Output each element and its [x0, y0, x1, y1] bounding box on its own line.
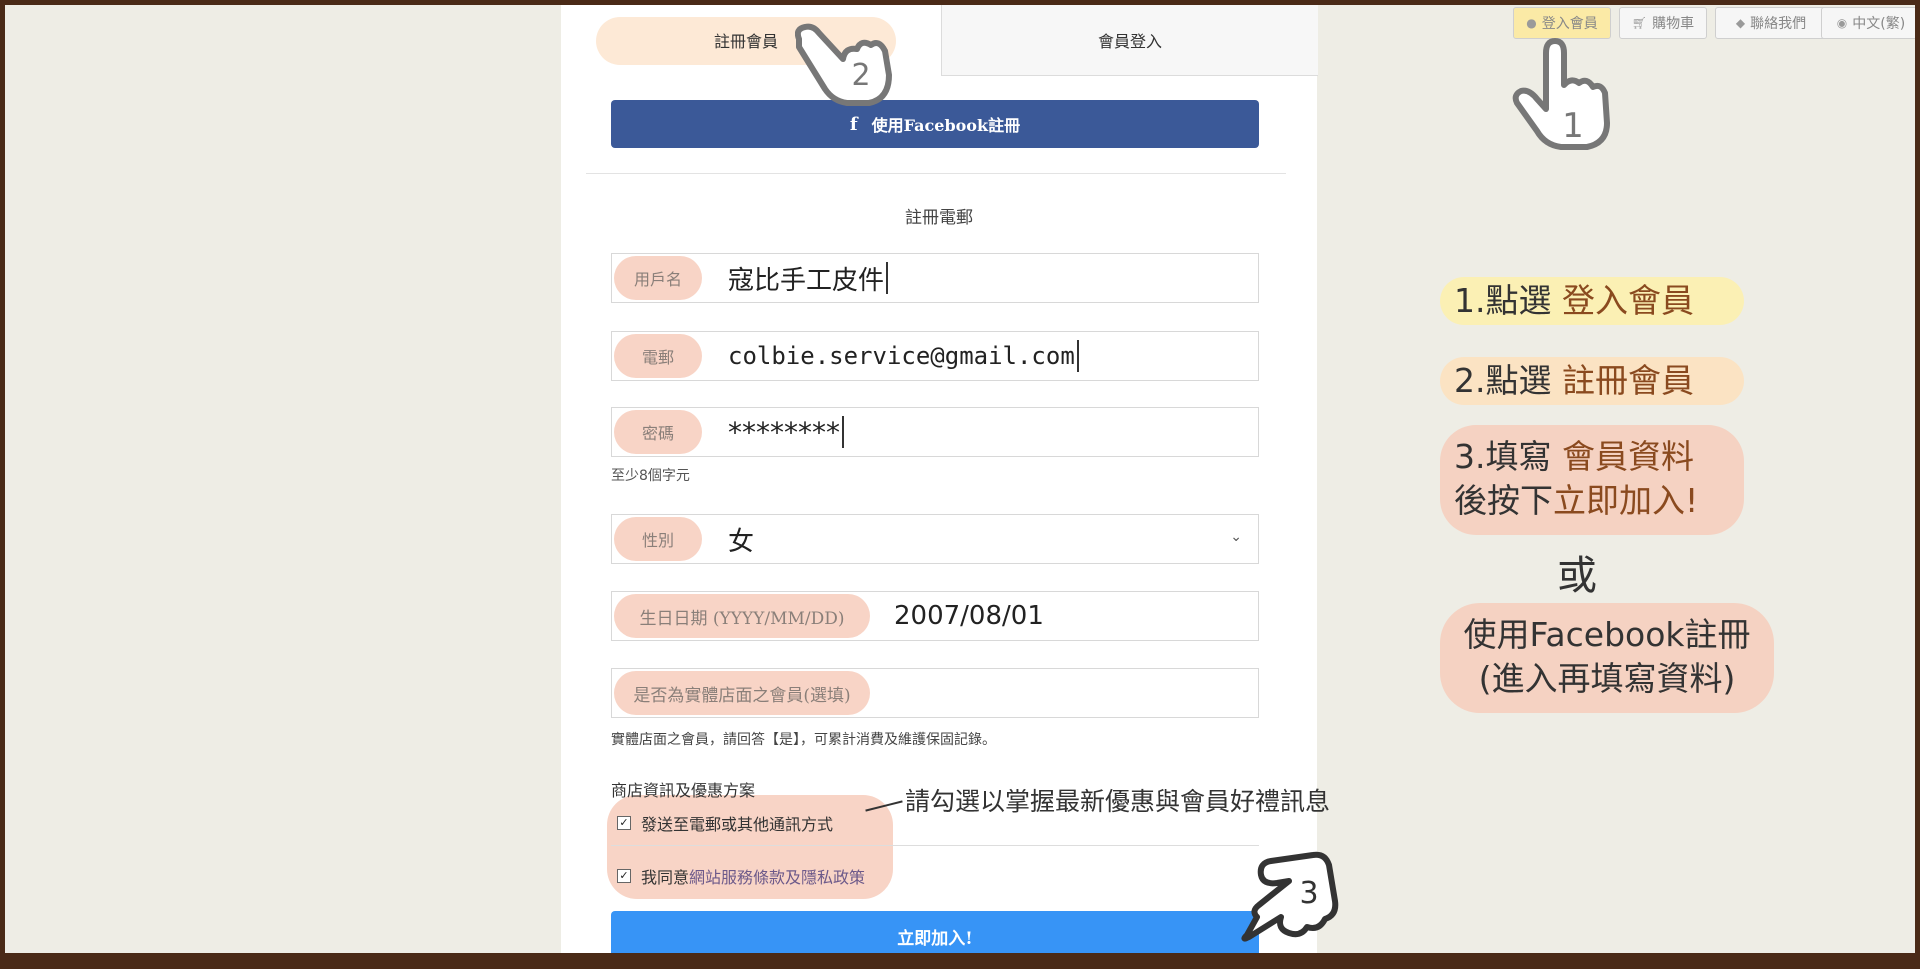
nav-cart-label: 購物車 — [1652, 16, 1695, 32]
pointing-hand-icon: 2 — [795, 23, 892, 106]
step-3-prefix: 3.填寫 — [1454, 437, 1562, 476]
checkbox[interactable]: ✓ — [617, 869, 631, 883]
birthday-field[interactable]: 生日日期 (YYYY/MM/DD) 2007/08/01 — [611, 591, 1259, 641]
tab-login-label: 會員登入 — [1097, 32, 1162, 51]
step-1-prefix: 1.點選 — [1454, 281, 1562, 320]
text-caret — [1076, 340, 1079, 372]
newsletter-checkbox-row[interactable]: ✓ 發送至電郵或其他通訊方式 — [617, 811, 833, 835]
nav-language-label: 中文(繁) — [1852, 16, 1906, 32]
step-2-note: 2.點選 註冊會員 — [1440, 357, 1744, 405]
text-caret — [886, 262, 889, 294]
step-2-prefix: 2.點選 — [1454, 361, 1562, 400]
password-label: 密碼 — [614, 410, 702, 454]
newsletter-checkbox-label: 發送至電郵或其他通訊方式 — [641, 815, 834, 834]
username-input[interactable]: 寇比手工皮件 — [728, 254, 889, 302]
email-value: colbie.service@gmail.com — [728, 342, 1075, 370]
step-3-line-2-prefix: 後按下 — [1454, 481, 1553, 520]
step-2-accent: 註冊會員 — [1561, 361, 1694, 400]
tab-register-label: 註冊會員 — [713, 32, 778, 51]
facebook-icon: f — [849, 113, 858, 135]
birthday-input[interactable]: 2007/08/01 — [894, 592, 1044, 640]
step-3-accent: 會員資料 — [1561, 437, 1694, 476]
preferences-title: 商店資訊及優惠方案 — [611, 781, 756, 800]
pointing-hand-icon: 1 — [1512, 38, 1610, 150]
store-member-field[interactable]: 是否為實體店面之會員(選填) — [611, 668, 1259, 718]
username-label: 用戶名 — [614, 256, 702, 300]
text-caret — [842, 416, 844, 448]
step-3-note: 3.填寫 會員資料 後按下立即加入! — [1440, 425, 1744, 535]
chevron-down-icon[interactable]: ⌄ — [1230, 529, 1242, 545]
terms-link[interactable]: 網站服務條款及隱私政策 — [689, 864, 865, 888]
step-3-line-1: 3.填寫 會員資料 — [1454, 435, 1730, 479]
step-1-note: 1.點選 登入會員 — [1440, 277, 1744, 325]
gender-label: 性別 — [614, 517, 702, 561]
step-1-accent: 登入會員 — [1561, 281, 1694, 320]
divider — [586, 173, 1286, 174]
email-field[interactable]: 電郵 colbie.service@gmail.com — [611, 331, 1259, 381]
hand-number-1: 1 — [1562, 106, 1584, 146]
store-member-label: 是否為實體店面之會員(選填) — [614, 671, 870, 715]
password-input[interactable]: ******** — [728, 408, 844, 456]
step-4-note: 使用Facebook註冊 (進入再填寫資料) — [1440, 603, 1774, 713]
join-now-button[interactable]: 立即加入! — [611, 911, 1259, 953]
email-input[interactable]: colbie.service@gmail.com — [728, 332, 1079, 380]
cart-icon: 🛒︎ — [1631, 16, 1648, 30]
password-value: ******** — [728, 415, 840, 449]
username-value: 寇比手工皮件 — [728, 265, 885, 296]
gender-value: 女 — [728, 526, 755, 557]
tab-login[interactable]: 會員登入 — [941, 5, 1318, 76]
chat-icon: ◆ — [1735, 16, 1746, 30]
store-member-hint: 實體店面之會員，請回答【是】，可累計消費及維護保固記錄。 — [611, 732, 996, 748]
step-4-line-1: 使用Facebook註冊 — [1463, 615, 1751, 654]
checkbox[interactable]: ✓ — [617, 816, 631, 830]
hand-number-2: 2 — [851, 58, 870, 93]
email-label: 電郵 — [614, 334, 702, 378]
password-hint: 至少8個字元 — [611, 468, 690, 484]
divider — [611, 845, 1259, 846]
terms-checkbox-row[interactable]: ✓ 我同意 網站服務條款及隱私政策 — [617, 864, 865, 888]
pointing-hand-icon: 3 — [1241, 851, 1339, 942]
screenshot-frame: 註冊會員 會員登入 f 使用Facebook註冊 註冊電郵 用戶名 寇比手工皮件… — [5, 5, 1915, 953]
globe-icon: ◉ — [1836, 16, 1848, 30]
facebook-register-label: 使用Facebook註冊 — [871, 116, 1021, 135]
gender-select[interactable]: 性別 女 ⌄ — [611, 514, 1259, 564]
or-text: 或 — [1557, 553, 1597, 599]
section-title: 註冊電郵 — [905, 208, 973, 228]
nav-cart-button[interactable]: 🛒︎ 購物車 — [1619, 7, 1707, 39]
terms-checkbox-label: 我同意 — [641, 868, 690, 887]
nav-language-button[interactable]: ◉ 中文(繁) — [1821, 7, 1915, 39]
nav-contact-button[interactable]: ◆ 聯絡我們 — [1715, 7, 1827, 39]
hand-number-3: 3 — [1299, 876, 1318, 911]
step-3-line-2-accent: 立即加入! — [1553, 481, 1699, 520]
nav-contact-label: 聯絡我們 — [1750, 16, 1807, 32]
nav-login-label: 登入會員 — [1541, 16, 1598, 32]
username-field[interactable]: 用戶名 寇比手工皮件 — [611, 253, 1259, 303]
password-field[interactable]: 密碼 ******** — [611, 407, 1259, 457]
birthday-label: 生日日期 (YYYY/MM/DD) — [614, 594, 870, 638]
step-3-line-2: 後按下立即加入! — [1454, 479, 1730, 523]
step-4-line-2: (進入再填寫資料) — [1478, 659, 1736, 698]
facebook-register-button[interactable]: f 使用Facebook註冊 — [611, 100, 1259, 148]
user-icon: ● — [1526, 16, 1537, 30]
annotation-text: 請勾選以掌握最新優惠與會員好禮訊息 — [905, 787, 1331, 816]
